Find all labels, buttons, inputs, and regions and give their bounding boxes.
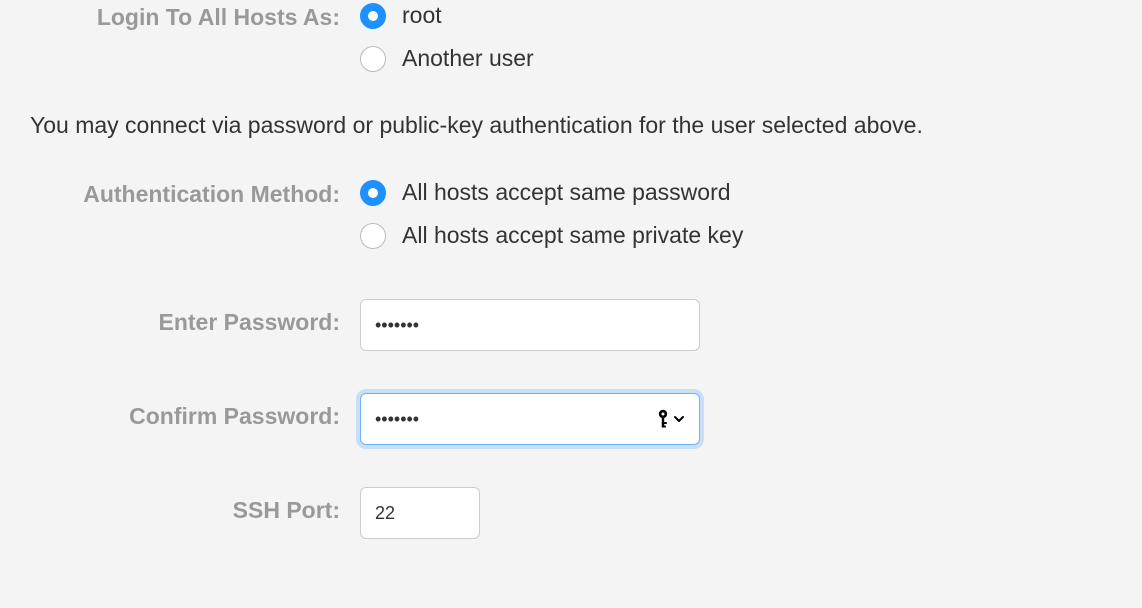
auth-method-options: All hosts accept same password All hosts…: [360, 179, 1142, 249]
radio-label: All hosts accept same private key: [402, 222, 743, 249]
radio-icon: [360, 223, 386, 249]
login-user-options: root Another user: [360, 2, 1142, 72]
confirm-password-row: Confirm Password:: [0, 393, 1142, 445]
auth-method-label: Authentication Method:: [0, 179, 360, 208]
confirm-password-control: [360, 393, 1142, 445]
key-icon: [656, 409, 670, 429]
enter-password-input[interactable]: [360, 299, 700, 351]
ssh-port-control: [360, 487, 1142, 539]
radio-option-same-private-key[interactable]: All hosts accept same private key: [360, 222, 1142, 249]
ssh-port-label: SSH Port:: [0, 487, 360, 524]
radio-label: All hosts accept same password: [402, 179, 731, 206]
confirm-password-label: Confirm Password:: [0, 393, 360, 430]
radio-label: root: [402, 2, 442, 29]
radio-icon: [360, 46, 386, 72]
login-user-label: Login To All Hosts As:: [0, 2, 360, 31]
enter-password-label: Enter Password:: [0, 299, 360, 336]
auth-method-row: Authentication Method: All hosts accept …: [0, 179, 1142, 249]
radio-icon: [360, 180, 386, 206]
radio-icon: [360, 3, 386, 29]
password-key-dropdown[interactable]: [656, 409, 686, 429]
login-user-row: Login To All Hosts As: root Another user: [0, 0, 1142, 72]
radio-option-root[interactable]: root: [360, 2, 1142, 29]
enter-password-control: [360, 299, 1142, 351]
auth-helper-text: You may connect via password or public-k…: [30, 112, 1142, 139]
radio-label: Another user: [402, 45, 534, 72]
radio-option-another-user[interactable]: Another user: [360, 45, 1142, 72]
enter-password-row: Enter Password:: [0, 299, 1142, 351]
confirm-password-input[interactable]: [360, 393, 700, 445]
radio-option-same-password[interactable]: All hosts accept same password: [360, 179, 1142, 206]
confirm-password-wrapper: [360, 393, 700, 445]
chevron-down-icon: [672, 412, 686, 426]
ssh-port-row: SSH Port:: [0, 487, 1142, 539]
ssh-port-input[interactable]: [360, 487, 480, 539]
